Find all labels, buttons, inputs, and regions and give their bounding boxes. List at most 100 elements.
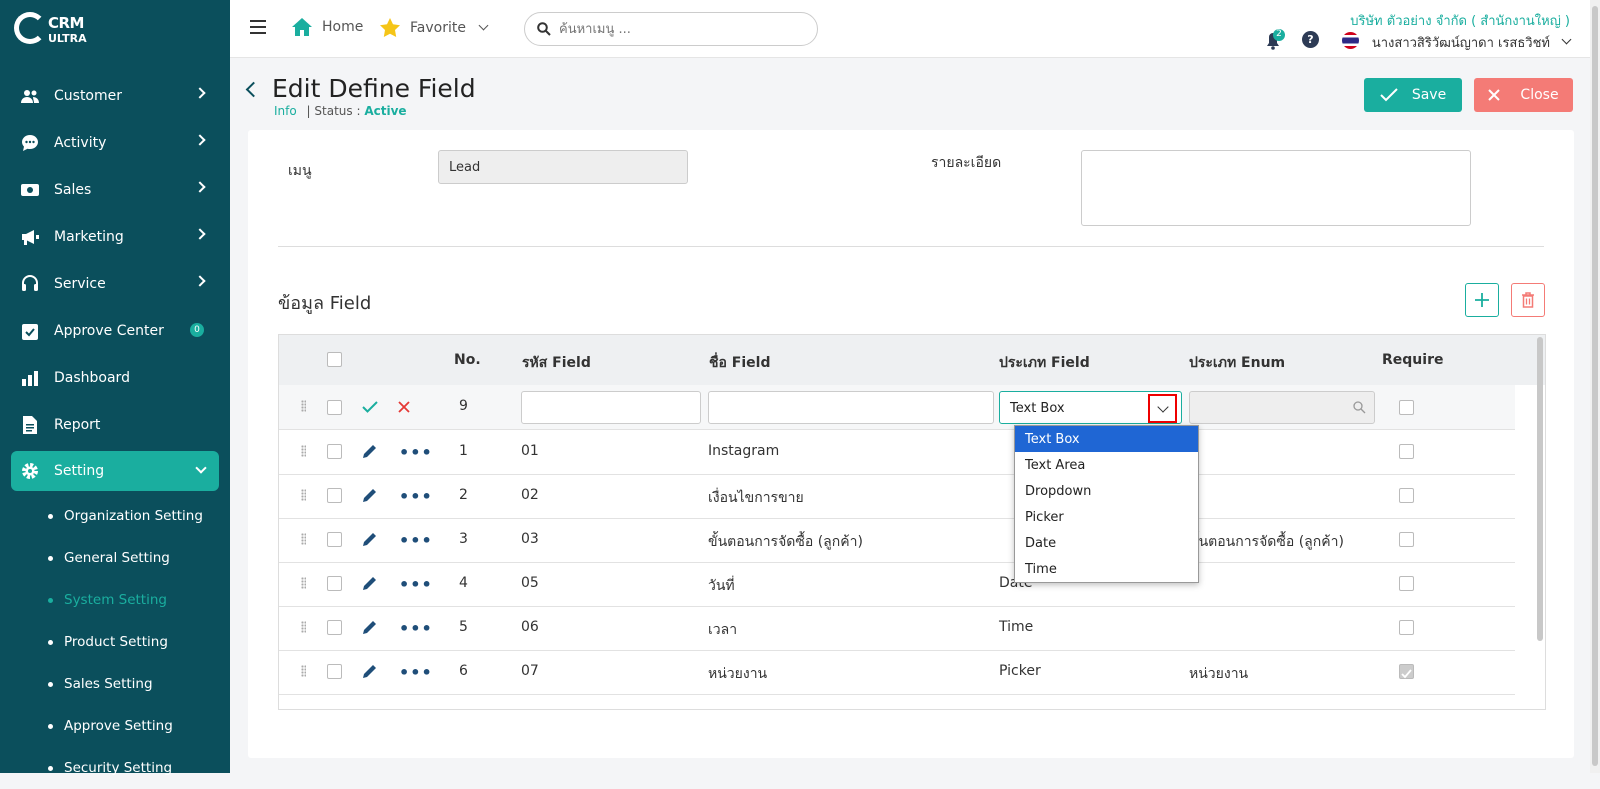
- enum-picker-input: [1189, 391, 1375, 424]
- header-enum: ประเภท Enum: [1189, 355, 1286, 371]
- chevron-down-icon: [478, 20, 489, 31]
- dropdown-option[interactable]: Picker: [1015, 504, 1198, 530]
- save-button[interactable]: Save: [1364, 78, 1462, 112]
- close-button[interactable]: Close: [1474, 78, 1573, 112]
- dropdown-option[interactable]: Text Box: [1015, 426, 1198, 452]
- logo[interactable]: CRM ULTRA: [14, 12, 104, 48]
- row-checkbox[interactable]: [327, 532, 342, 547]
- row-name: เงื่อนไขการขาย: [708, 490, 804, 506]
- detail-textarea[interactable]: [1081, 150, 1471, 226]
- home-link[interactable]: Home: [292, 18, 363, 36]
- thai-flag-icon[interactable]: [1342, 32, 1359, 49]
- drag-handle-icon[interactable]: [301, 400, 306, 412]
- more-options-icon[interactable]: •••: [399, 575, 433, 594]
- sidebar-item-sales[interactable]: Sales: [0, 166, 230, 213]
- sidebar-item-label: Dashboard: [54, 369, 130, 386]
- sidebar-item-dashboard[interactable]: Dashboard: [0, 354, 230, 401]
- pencil-icon[interactable]: [362, 663, 378, 679]
- header-no: No.: [454, 352, 481, 368]
- sidebar-item-setting[interactable]: Setting: [11, 451, 219, 491]
- sidebar-item-activity[interactable]: Activity: [0, 119, 230, 166]
- submenu-system-setting[interactable]: System Setting: [48, 579, 230, 621]
- table-row[interactable]: ••• 2 02 เงื่อนไขการขาย: [279, 474, 1515, 519]
- search-box[interactable]: [524, 12, 818, 46]
- row-require-checkbox: [1399, 488, 1414, 503]
- close-icon[interactable]: [398, 401, 410, 413]
- drag-handle-icon[interactable]: [301, 577, 306, 589]
- chevron-down-icon: [195, 462, 207, 474]
- notification-button[interactable]: 2: [1260, 28, 1286, 54]
- drag-handle-icon[interactable]: [301, 489, 306, 501]
- dropdown-option[interactable]: Date: [1015, 530, 1198, 556]
- drag-handle-icon[interactable]: [301, 533, 306, 545]
- setting-submenu: Organization Setting General Setting Sys…: [0, 495, 230, 789]
- row-checkbox[interactable]: [327, 444, 342, 459]
- pencil-icon[interactable]: [362, 619, 378, 635]
- hamburger-menu-icon[interactable]: [250, 20, 266, 34]
- row-no: 2: [459, 487, 468, 503]
- field-type-select[interactable]: Text Box: [999, 391, 1182, 424]
- table-row[interactable]: ••• 5 06 เวลา Time: [279, 606, 1515, 651]
- info-link[interactable]: Info: [274, 104, 297, 118]
- check-icon[interactable]: [362, 401, 378, 413]
- dropdown-option[interactable]: Text Area: [1015, 452, 1198, 478]
- submenu-security-setting[interactable]: Security Setting: [48, 747, 230, 789]
- more-options-icon[interactable]: •••: [399, 531, 433, 550]
- row-checkbox[interactable]: [327, 664, 342, 679]
- table-row[interactable]: ••• 3 03 ขั้นตอนการจัดซื้อ (ลูกค้า) ขั้น…: [279, 518, 1515, 563]
- row-checkbox[interactable]: [327, 620, 342, 635]
- search-icon: [537, 22, 551, 36]
- help-icon[interactable]: ?: [1302, 31, 1319, 48]
- submenu-product-setting[interactable]: Product Setting: [48, 621, 230, 663]
- drag-handle-icon[interactable]: [301, 665, 306, 677]
- sidebar-item-label: Activity: [54, 134, 107, 151]
- dropdown-option[interactable]: Time: [1015, 556, 1198, 582]
- page-scrollbar[interactable]: [1590, 0, 1600, 773]
- field-code-input[interactable]: [521, 391, 701, 424]
- sidebar-item-label: Customer: [54, 87, 123, 104]
- header-code: รหัส Field: [522, 355, 591, 371]
- submenu-approve-setting[interactable]: Approve Setting: [48, 705, 230, 747]
- back-arrow-icon[interactable]: [245, 81, 262, 98]
- row-checkbox[interactable]: [327, 576, 342, 591]
- drag-handle-icon[interactable]: [301, 621, 306, 633]
- row-checkbox[interactable]: [327, 488, 342, 503]
- user-name[interactable]: นางสาวสิริวัฒน์ญาดา เรสธวิชท์: [1372, 32, 1550, 53]
- chevron-right-icon: [194, 87, 206, 99]
- row-type: Picker: [999, 663, 1041, 679]
- dropdown-option[interactable]: Dropdown: [1015, 478, 1198, 504]
- table-row[interactable]: ••• 6 07 หน่วยงาน Picker หน่วยงาน: [279, 650, 1515, 695]
- more-options-icon[interactable]: •••: [399, 619, 433, 638]
- submenu-sales-setting[interactable]: Sales Setting: [48, 663, 230, 705]
- table-row[interactable]: ••• 1 01 Instagram: [279, 430, 1515, 475]
- sidebar-item-approve-center[interactable]: Approve Center 0: [0, 307, 230, 354]
- sidebar-item-report[interactable]: Report: [0, 401, 230, 448]
- check-icon: [1380, 88, 1398, 102]
- table-scrollbar[interactable]: [1537, 337, 1543, 641]
- search-input[interactable]: [559, 21, 789, 37]
- require-checkbox[interactable]: [1399, 400, 1414, 415]
- add-field-button[interactable]: [1465, 283, 1499, 317]
- more-options-icon[interactable]: •••: [399, 487, 433, 506]
- chevron-down-icon[interactable]: [1561, 34, 1572, 45]
- sidebar-item-customer[interactable]: Customer: [0, 72, 230, 119]
- sidebar-item-marketing[interactable]: Marketing: [0, 213, 230, 260]
- delete-field-button[interactable]: [1511, 283, 1545, 317]
- table-row[interactable]: ••• 4 05 วันที่ Date: [279, 562, 1515, 607]
- pencil-icon[interactable]: [362, 575, 378, 591]
- submenu-general-setting[interactable]: General Setting: [48, 537, 230, 579]
- sidebar-item-service[interactable]: Service: [0, 260, 230, 307]
- row-checkbox[interactable]: [327, 400, 342, 415]
- field-name-input[interactable]: [708, 391, 994, 424]
- pencil-icon[interactable]: [362, 531, 378, 547]
- drag-handle-icon[interactable]: [301, 445, 306, 457]
- select-all-checkbox[interactable]: [327, 352, 342, 367]
- favorite-menu[interactable]: Favorite: [380, 18, 489, 37]
- dropdown-toggle[interactable]: [1148, 394, 1177, 423]
- submenu-organization-setting[interactable]: Organization Setting: [48, 495, 230, 537]
- pencil-icon[interactable]: [362, 443, 378, 459]
- row-no: 4: [459, 575, 468, 591]
- pencil-icon[interactable]: [362, 487, 378, 503]
- more-options-icon[interactable]: •••: [399, 663, 433, 682]
- more-options-icon[interactable]: •••: [399, 443, 433, 462]
